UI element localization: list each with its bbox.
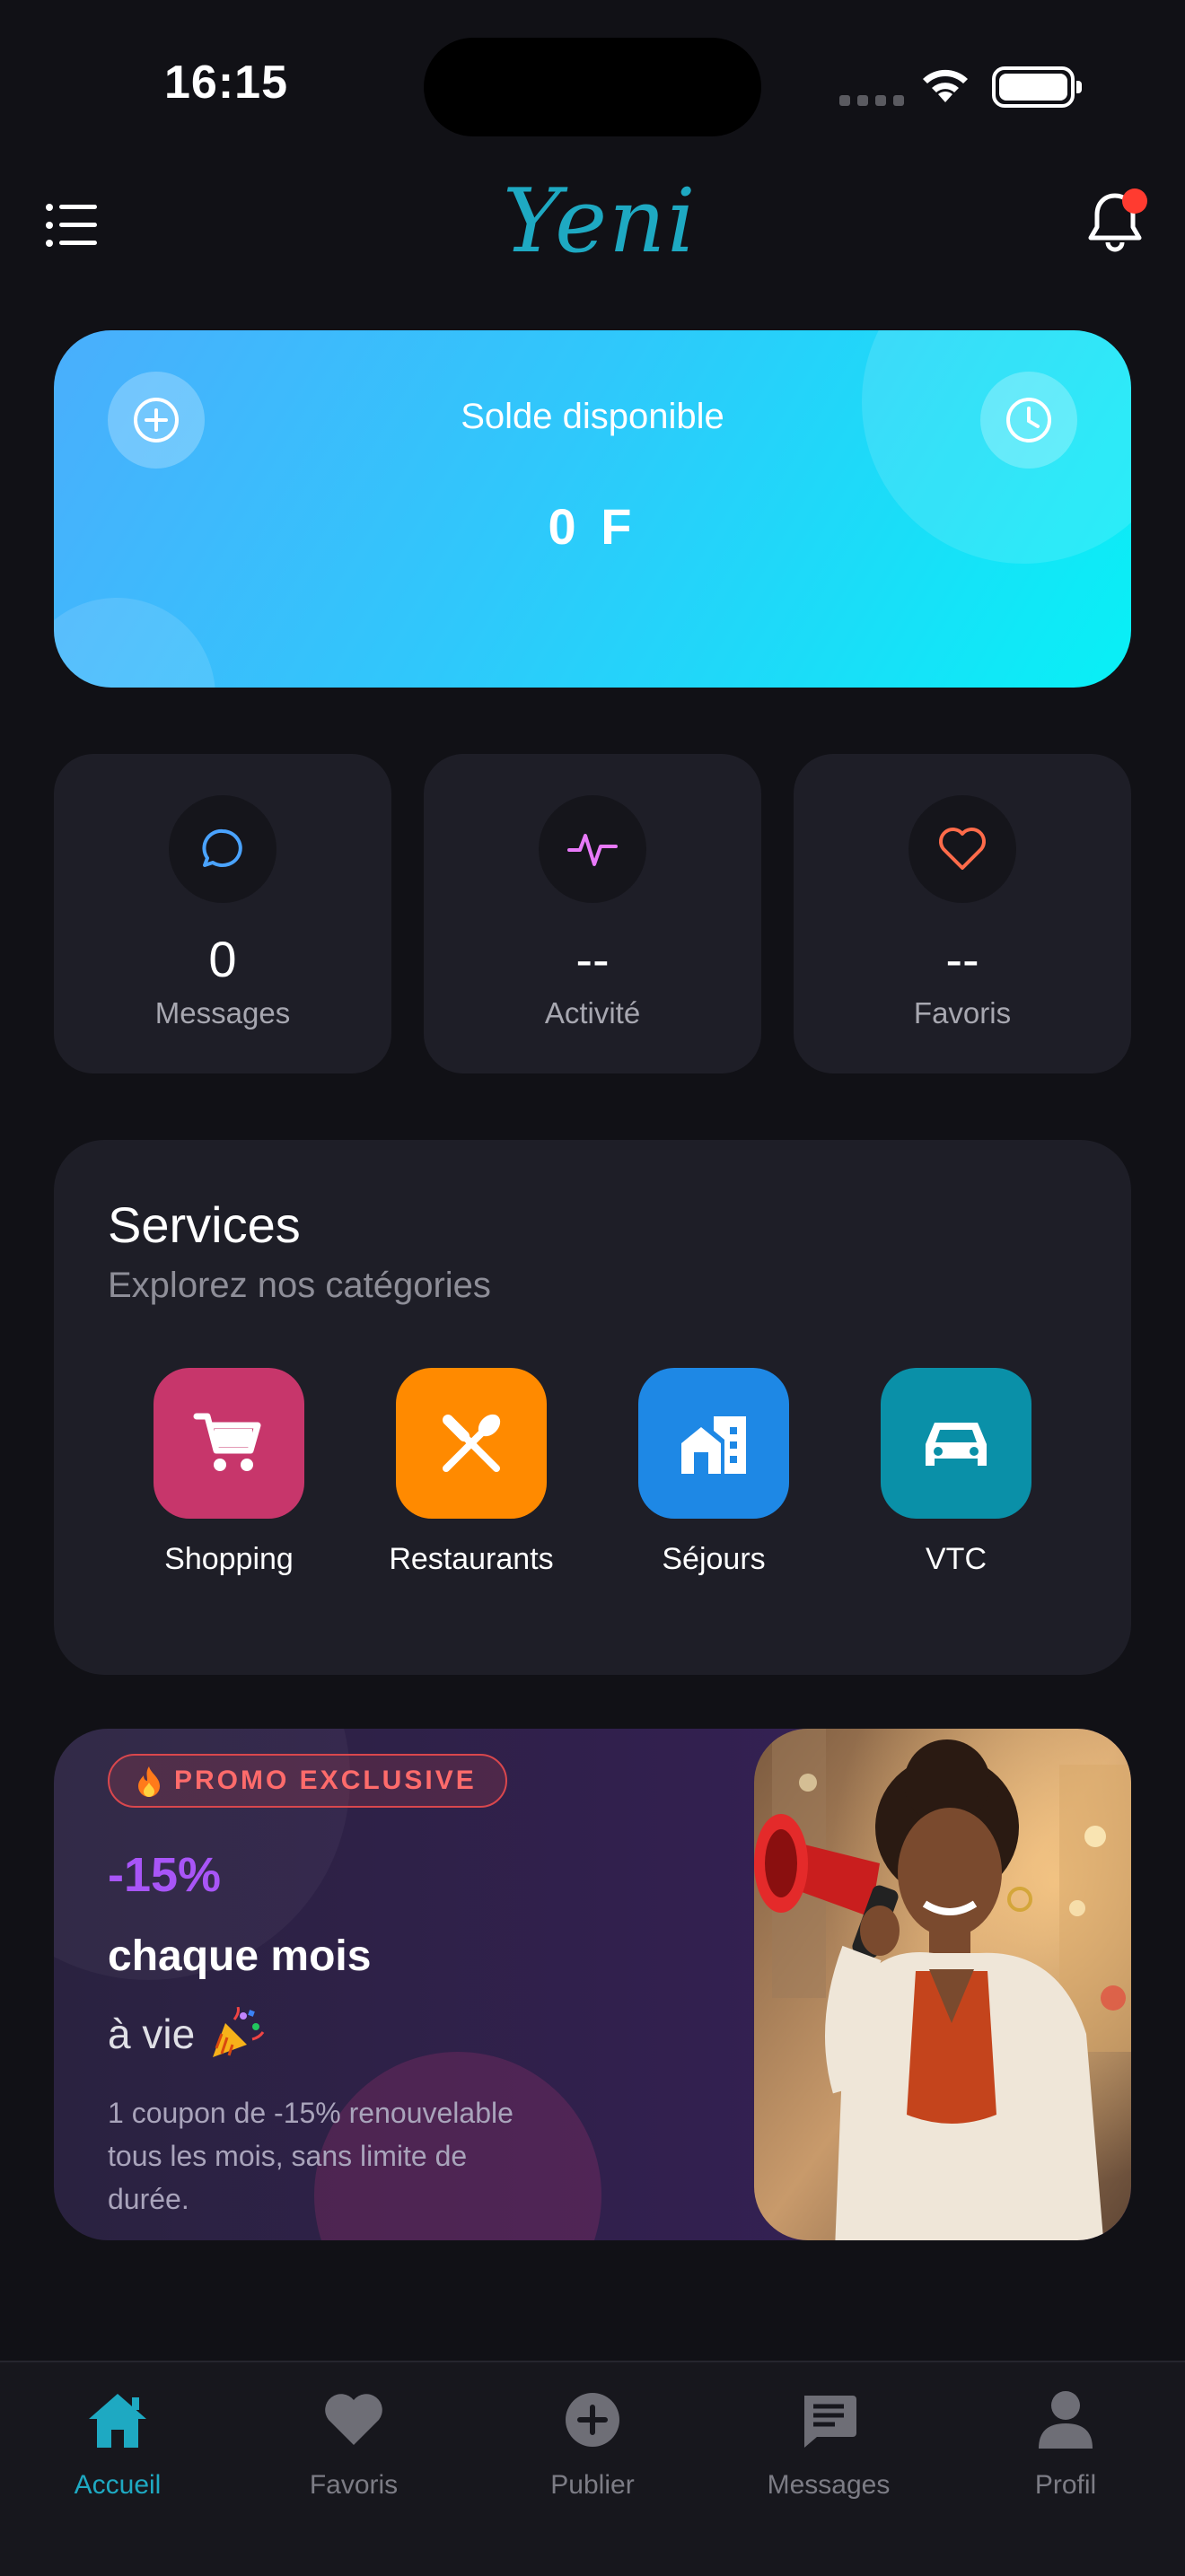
promo-badge-text: PROMO EXCLUSIVE: [174, 1766, 477, 1795]
stat-label: Favoris: [913, 996, 1012, 1030]
promo-subheadline: à vie: [108, 2007, 265, 2061]
app-logo: Yeni: [503, 171, 698, 273]
promo-discount: -15%: [108, 1848, 222, 1902]
activity-pulse-icon: [539, 795, 646, 903]
service-label: Restaurants: [389, 1542, 554, 1576]
nav-label: Messages: [767, 2470, 891, 2500]
nav-favoris[interactable]: Favoris: [264, 2382, 443, 2501]
promo-photo: [754, 1729, 1131, 2240]
heart-icon: [264, 2382, 443, 2458]
service-vtc[interactable]: VTC: [853, 1368, 1059, 1577]
nav-label: Favoris: [309, 2470, 399, 2500]
nav-profil[interactable]: Profil: [976, 2382, 1155, 2501]
fire-icon: [138, 1766, 160, 1797]
service-label: Shopping: [164, 1542, 294, 1576]
stat-card-activity[interactable]: -- Activité: [424, 754, 761, 1073]
promo-description: 1 coupon de -15% renouvelable tous les m…: [108, 2097, 514, 2215]
chat-bubble-icon: [169, 795, 276, 903]
message-icon: [739, 2382, 918, 2458]
heart-icon: [908, 795, 1016, 903]
service-sejours[interactable]: Séjours: [610, 1368, 817, 1577]
nav-publier[interactable]: Publier: [503, 2382, 682, 2501]
services-section: Services Explorez nos catégories Shoppin…: [54, 1140, 1131, 1675]
dynamic-island: [424, 38, 761, 136]
bottom-nav: Accueil Favoris Publier Messages Profil: [0, 2361, 1185, 2576]
promo-headline: chaque mois: [108, 1932, 372, 1980]
service-shopping[interactable]: Shopping: [126, 1368, 332, 1577]
services-title: Services: [108, 1196, 301, 1253]
promo-subheadline-text: à vie: [108, 2011, 196, 2057]
building-icon: [638, 1368, 789, 1519]
balance-label: Solde disponible: [461, 397, 724, 436]
stat-card-favorites[interactable]: -- Favoris: [794, 754, 1131, 1073]
services-subtitle: Explorez nos catégories: [108, 1266, 491, 1305]
service-restaurants[interactable]: Restaurants: [368, 1368, 575, 1577]
clock-icon: [1006, 398, 1051, 442]
stat-value: --: [945, 931, 979, 987]
utensils-icon: [396, 1368, 547, 1519]
status-time: 16:15: [164, 57, 288, 109]
plus-circle-icon: [503, 2382, 682, 2458]
person-icon: [976, 2382, 1155, 2458]
car-icon: [881, 1368, 1031, 1519]
promo-badge: PROMO EXCLUSIVE: [108, 1754, 507, 1808]
nav-label: Profil: [1034, 2470, 1097, 2500]
stat-value: --: [575, 931, 610, 987]
notification-badge: [1122, 188, 1147, 214]
service-label: Séjours: [662, 1542, 766, 1576]
battery-icon: [992, 66, 1082, 108]
nav-accueil[interactable]: Accueil: [28, 2382, 207, 2501]
nav-label: Accueil: [74, 2470, 162, 2500]
home-icon: [28, 2382, 207, 2458]
stat-label: Activité: [544, 996, 641, 1030]
nav-messages[interactable]: Messages: [739, 2382, 918, 2501]
stat-card-messages[interactable]: 0 Messages: [54, 754, 391, 1073]
nav-label: Publier: [550, 2470, 635, 2500]
party-popper-icon: [213, 2007, 265, 2057]
promo-banner[interactable]: PROMO EXCLUSIVE -15% chaque mois à vie 1…: [54, 1729, 1131, 2240]
stat-value: 0: [208, 931, 237, 987]
balance-amount: 0 F: [548, 498, 637, 555]
history-button[interactable]: [980, 372, 1077, 469]
service-label: VTC: [926, 1542, 987, 1576]
wifi-icon: [923, 69, 968, 102]
cart-icon: [154, 1368, 304, 1519]
menu-icon[interactable]: [45, 203, 99, 248]
balance-card: Solde disponible 0 F: [54, 330, 1131, 688]
stat-label: Messages: [154, 996, 291, 1030]
signal-icon: [839, 95, 904, 106]
